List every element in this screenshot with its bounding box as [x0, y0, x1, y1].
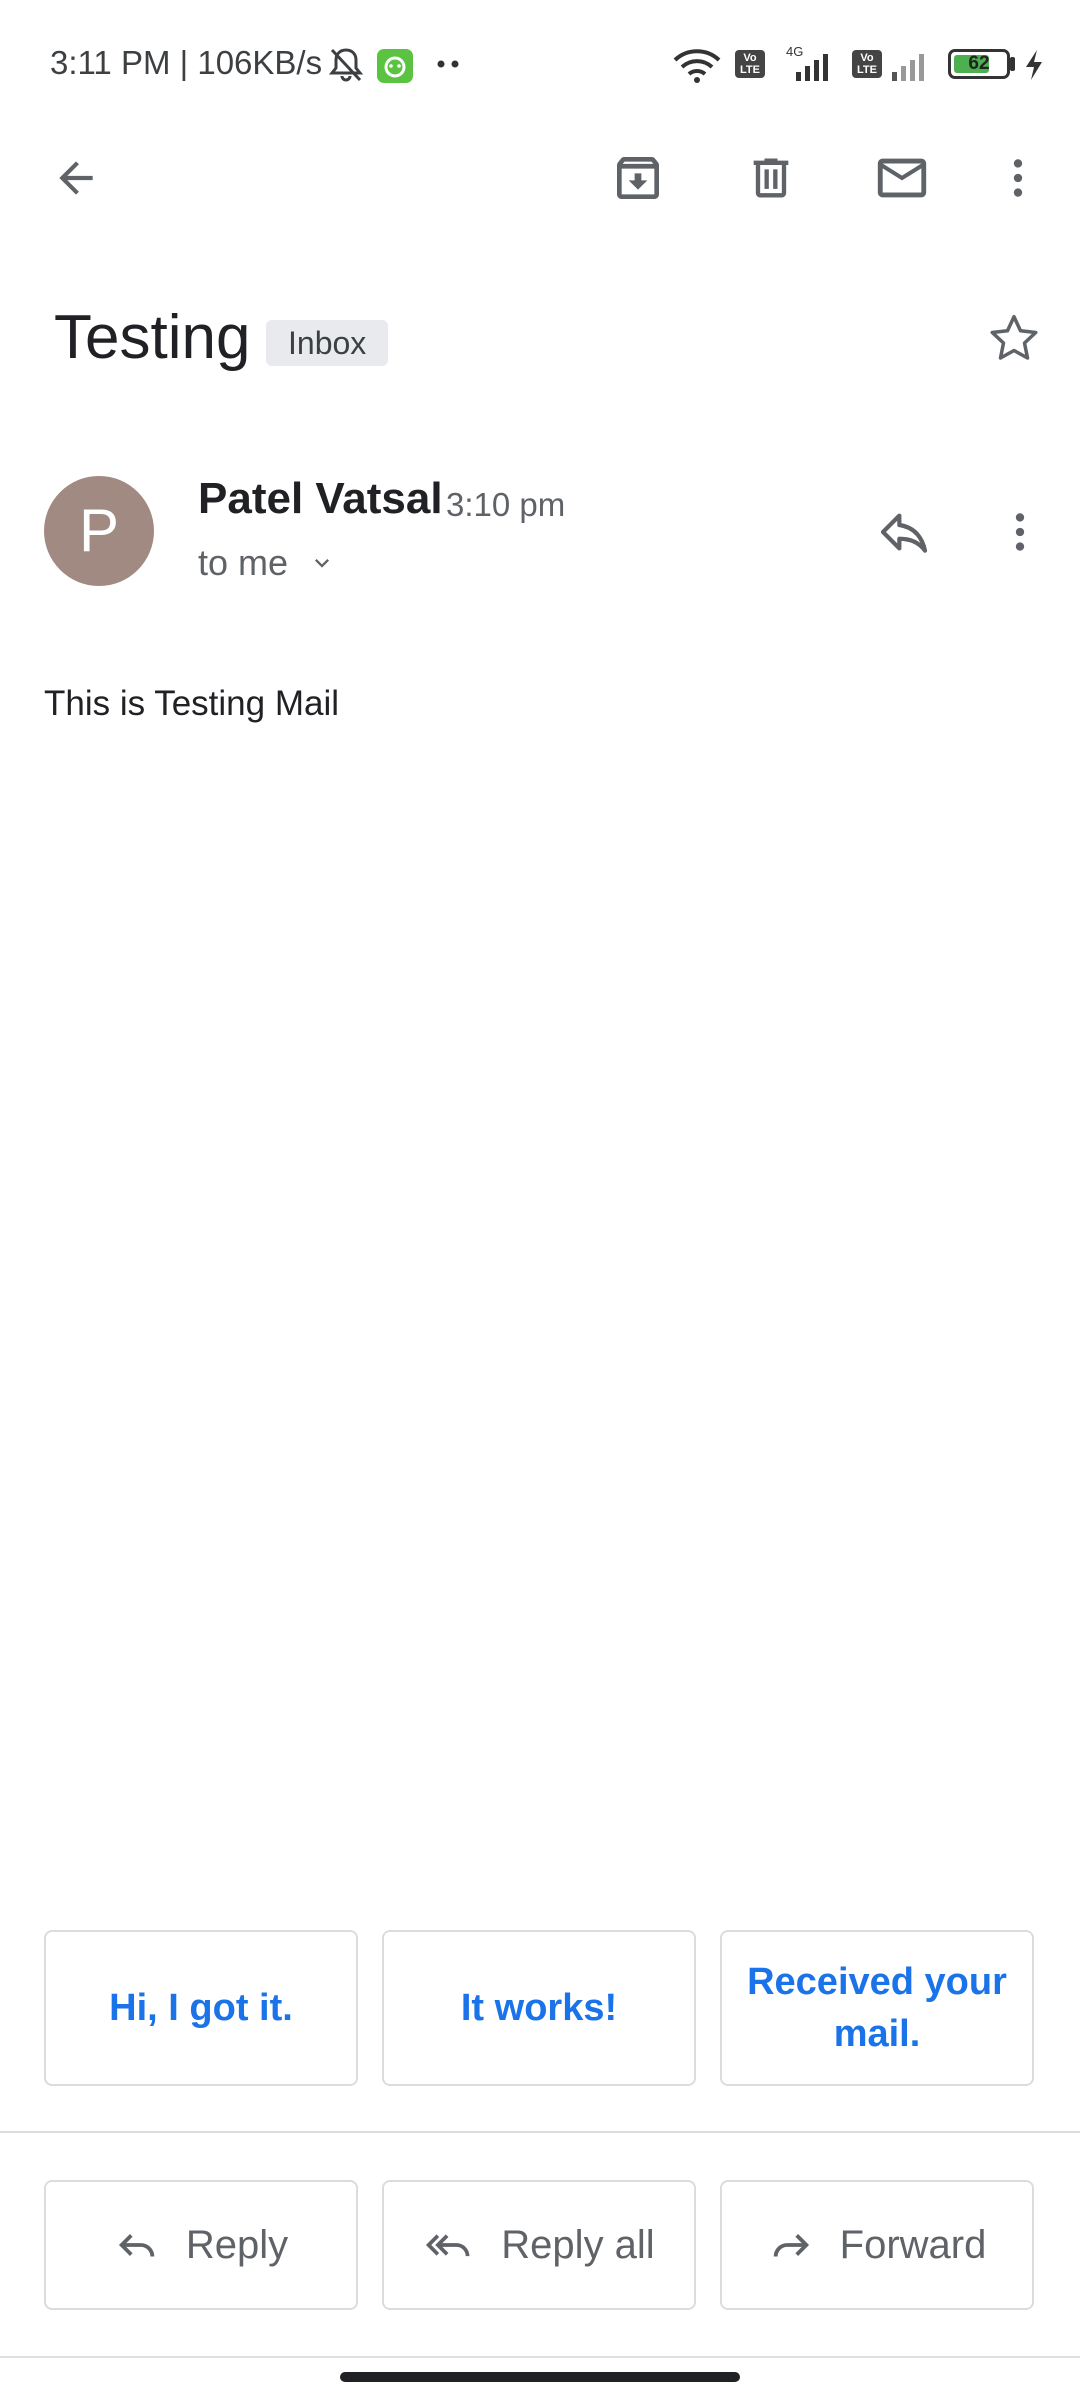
reply-label: Reply [185, 2222, 289, 2267]
sender-name: Patel Vatsal [198, 474, 443, 523]
volte-sim2-badge: Vo LTE [852, 50, 882, 78]
signal-sim1-icon [782, 52, 838, 82]
mark-unread-button[interactable] [862, 138, 942, 218]
more-vert-icon [1013, 159, 1023, 197]
sender-avatar[interactable]: P [44, 476, 154, 586]
app-notification-icon [377, 49, 413, 83]
archive-icon [617, 157, 659, 199]
recipient-label: to me [198, 542, 289, 583]
email-time: 3:10 pm [446, 486, 566, 523]
smart-reply-3[interactable]: Received your mail. [720, 1930, 1034, 2086]
more-vert-icon [1015, 513, 1025, 551]
email-body: This is Testing Mail [44, 684, 340, 723]
email-subject: Testing [54, 303, 251, 372]
divider [0, 2131, 1080, 2133]
reply-icon [118, 2234, 155, 2257]
star-outline-icon [990, 315, 1038, 360]
more-notifications-icon [437, 60, 461, 68]
message-more-button[interactable] [980, 492, 1060, 572]
star-button[interactable] [974, 298, 1054, 378]
battery-level: 62 [968, 53, 990, 74]
battery-nub [1010, 57, 1015, 71]
recipient-details-toggle[interactable]: to me [198, 542, 336, 584]
back-button[interactable] [36, 138, 116, 218]
reply-button[interactable]: Reply [44, 2180, 358, 2310]
smart-reply-2[interactable]: It works! [382, 1930, 696, 2086]
inbox-label-chip[interactable]: Inbox [266, 320, 389, 366]
status-bar: 3:11 PM | 106KB/s Vo LTE 4G Vo LTE 62 [0, 0, 1080, 130]
arrow-back-icon [59, 161, 93, 195]
volte-sim1-badge: Vo LTE [735, 50, 765, 78]
mute-notifications-icon [326, 44, 366, 84]
reply-all-icon [426, 2234, 470, 2257]
reply-all-button[interactable]: Reply all [382, 2180, 696, 2310]
signal-sim2-icon [888, 52, 936, 82]
chevron-down-icon [315, 559, 330, 568]
battery-icon: 62 [948, 49, 1010, 79]
delete-button[interactable] [731, 138, 811, 218]
mail-icon [877, 158, 927, 198]
home-indicator[interactable] [340, 2372, 740, 2382]
bottom-divider [0, 2356, 1080, 2358]
reply-quick-button[interactable] [864, 492, 944, 572]
forward-icon [773, 2234, 809, 2257]
charging-icon [1022, 48, 1046, 82]
delete-icon [753, 158, 789, 198]
archive-button[interactable] [598, 138, 678, 218]
forward-label: Forward [839, 2222, 987, 2267]
status-time-speed: 3:11 PM | 106KB/s [50, 44, 323, 81]
forward-button[interactable]: Forward [720, 2180, 1034, 2310]
reply-icon [880, 513, 928, 553]
reply-all-label: Reply all [501, 2222, 655, 2267]
wifi-icon [672, 48, 722, 84]
smart-reply-1[interactable]: Hi, I got it. [44, 1930, 358, 2086]
more-options-button[interactable] [978, 138, 1058, 218]
